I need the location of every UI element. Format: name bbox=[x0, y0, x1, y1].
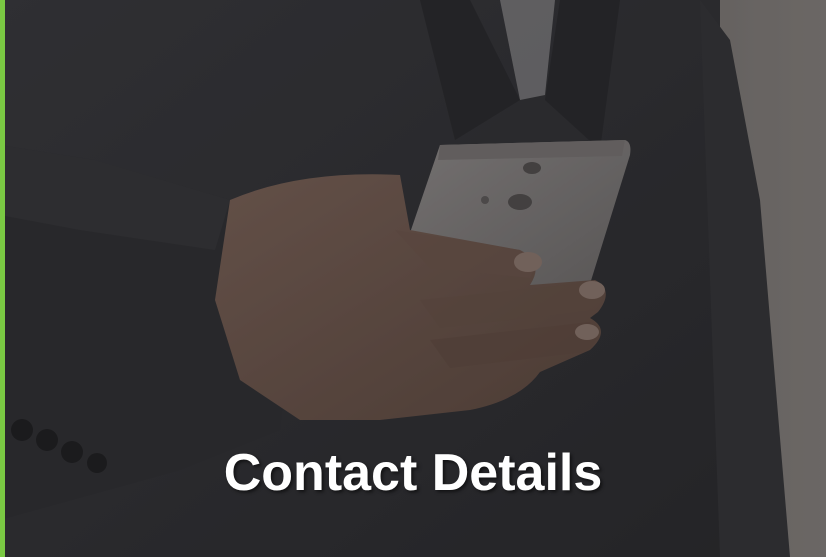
banner-title: Contact Details bbox=[223, 444, 603, 502]
contact-banner: Contact Details bbox=[0, 0, 826, 557]
